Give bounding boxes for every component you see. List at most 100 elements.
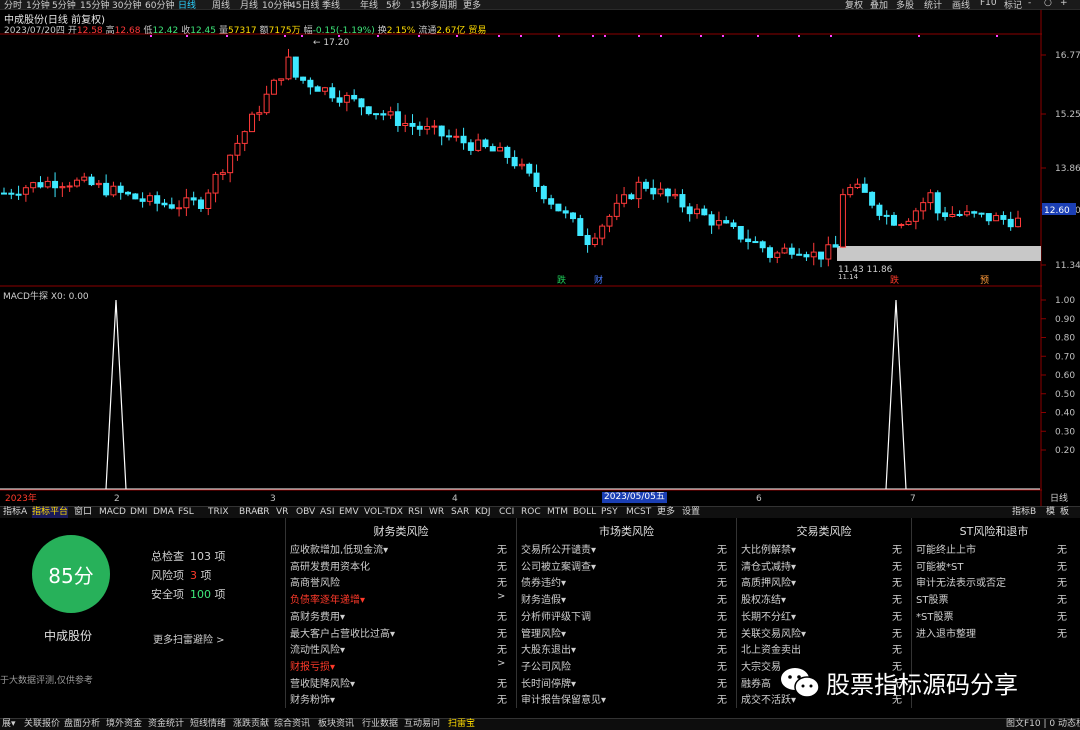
risk-item[interactable]: 北上资金卖出 [741, 641, 801, 656]
bottom-tab-4[interactable]: 资金统计 [148, 719, 184, 730]
bottom-tab-11[interactable]: 扫雷宝 [448, 719, 475, 730]
risk-item[interactable]: ST股票 [916, 591, 948, 606]
indicator-tab-right-1[interactable]: 模 [1046, 507, 1055, 518]
quote-date: 2023/07/20四 [4, 26, 65, 36]
indicator-tab-10[interactable]: VR [276, 507, 288, 518]
indicator-tab-7[interactable]: TRIX [208, 507, 229, 518]
signal-dot [660, 35, 662, 37]
indicator-tab-14[interactable]: VOL-TDX [364, 507, 403, 518]
risk-item[interactable]: 应收款增加,低现金流▾ [290, 541, 388, 556]
risk-item[interactable]: 高质押风险▾ [741, 574, 796, 589]
indicator-tab-12[interactable]: ASI [320, 507, 335, 518]
risk-item-result: 无 [1057, 561, 1067, 573]
candle-body [642, 181, 649, 189]
indicator-tab-right-2[interactable]: 板 [1060, 507, 1069, 518]
bottom-right-status[interactable]: 图文F10 | 0 动态栏>> [1006, 719, 1080, 730]
risk-item[interactable]: 可能被*ST [916, 558, 963, 573]
indicator-tab-9[interactable]: CR [257, 507, 270, 518]
risk-item[interactable]: 长时间停牌▾ [521, 675, 576, 690]
risk-item[interactable]: 财务粉饰▾ [290, 691, 335, 706]
indicator-tab-4[interactable]: DMI [130, 507, 147, 518]
candle-body [942, 212, 949, 217]
bottom-tab-7[interactable]: 综合资讯 [274, 719, 310, 730]
risk-item[interactable]: 大宗交易 [741, 658, 781, 673]
risk-item[interactable]: 财报亏损▾ [290, 658, 335, 673]
indicator-tab-6[interactable]: FSL [178, 507, 194, 518]
risk-item[interactable]: 债券违约▾ [521, 574, 566, 589]
risk-item[interactable]: 大比例解禁▾ [741, 541, 796, 556]
risk-item[interactable]: 管理风险▾ [521, 625, 566, 640]
indicator-tab-5[interactable]: DMA [153, 507, 174, 518]
risk-item[interactable]: 分析师评级下调 [521, 608, 591, 623]
indicator-tab-26[interactable]: 设置 [682, 507, 700, 518]
risk-item[interactable]: 审计无法表示或否定 [916, 574, 1006, 589]
risk-item[interactable]: 审计报告保留意见▾ [521, 691, 606, 706]
indicator-tab-21[interactable]: MTM [547, 507, 568, 518]
time-axis-period: 日线 [1050, 492, 1068, 504]
risk-item-result: > [497, 657, 506, 669]
indicator-tab-25[interactable]: 更多 [657, 507, 675, 518]
time-axis-label: 7 [910, 494, 916, 504]
risk-item[interactable]: 大股东退出▾ [521, 641, 576, 656]
indicator-tab-24[interactable]: MCST [626, 507, 651, 518]
bottom-tab-6[interactable]: 涨跌贡献 [233, 719, 269, 730]
indicator-tab-23[interactable]: PSY [601, 507, 618, 518]
risk-item-result: 无 [1057, 545, 1067, 556]
indicator-tab-1[interactable]: 指标平台 [32, 507, 69, 518]
candle-body [227, 154, 234, 174]
candle-body [584, 234, 591, 246]
risk-item[interactable]: 进入退市整理 [916, 625, 976, 640]
candle-body [103, 182, 110, 196]
risk-item[interactable]: 财务造假▾ [521, 591, 566, 606]
risk-item[interactable]: 营收陡降风险▾ [290, 675, 355, 690]
risk-item[interactable]: 流动性风险▾ [290, 641, 345, 656]
bottom-tab-8[interactable]: 板块资讯 [318, 719, 354, 730]
risk-item[interactable]: 关联交易风险▾ [741, 625, 806, 640]
candle-body [146, 195, 153, 202]
indicator-tab-19[interactable]: CCI [499, 507, 514, 518]
risk-item[interactable]: 交易所公开谴责▾ [521, 541, 596, 556]
indicator-tab-16[interactable]: WR [429, 507, 444, 518]
bottom-tab-1[interactable]: 关联报价 [24, 719, 60, 730]
bottom-tab-0[interactable]: 展▾ [2, 719, 16, 730]
risk-item[interactable]: 高商誉风险 [290, 574, 340, 589]
indicator-tab-0[interactable]: 指标A [3, 507, 27, 518]
indicator-tab-17[interactable]: SAR [451, 507, 469, 518]
risk-item[interactable]: 子公司风险 [521, 658, 571, 673]
bottom-tab-5[interactable]: 短线情绪 [190, 719, 226, 730]
risk-item[interactable]: 公司被立案调查▾ [521, 558, 596, 573]
risk-item[interactable]: 长期不分红▾ [741, 608, 796, 623]
candle-body [445, 135, 452, 138]
risk-item-result: 无 [892, 595, 902, 607]
risk-item[interactable]: 股权冻结▾ [741, 591, 786, 606]
bottom-tab-3[interactable]: 境外资金 [106, 719, 142, 730]
bottom-tab-2[interactable]: 盘面分析 [64, 719, 100, 730]
risk-item[interactable]: 负债率逐年递增▾ [290, 591, 365, 606]
risk-item-result: 无 [892, 545, 902, 556]
indicator-tab-13[interactable]: EMV [339, 507, 359, 518]
indicator-tab-3[interactable]: MACD [99, 507, 126, 518]
indicator-tab-15[interactable]: RSI [408, 507, 423, 518]
indicator-tab-20[interactable]: ROC [521, 507, 541, 518]
event-marker: 跌 [890, 275, 899, 286]
indicator-tab-11[interactable]: OBV [296, 507, 315, 518]
candle-body [22, 187, 29, 195]
risk-item[interactable]: 融券高 [741, 675, 771, 690]
risk-column-title: ST风险和退市 [959, 525, 1029, 538]
risk-item[interactable]: *ST股票 [916, 608, 953, 623]
risk-item[interactable]: 最大客户占营收比过高▾ [290, 625, 395, 640]
indicator-tab-18[interactable]: KDJ [475, 507, 491, 518]
risk-item[interactable]: 高研发费用资本化 [290, 558, 370, 573]
bottom-tab-9[interactable]: 行业数据 [362, 719, 398, 730]
risk-item[interactable]: 清仓式减持▾ [741, 558, 796, 573]
indicator-tab-right-0[interactable]: 指标B [1012, 507, 1036, 518]
more-scan-link[interactable]: 更多扫雷避险 > [153, 631, 225, 646]
indicator-tab-2[interactable]: 窗口 [74, 507, 92, 518]
indicator-tab-22[interactable]: BOLL [573, 507, 596, 518]
risk-item[interactable]: 可能终止上市 [916, 541, 976, 556]
risk-item[interactable]: 高财务费用▾ [290, 608, 345, 623]
signal-dot [996, 35, 998, 37]
bottom-tab-10[interactable]: 互动易问 [404, 719, 440, 730]
risk-item-result: 无 [497, 561, 507, 573]
chart-canvas[interactable]: 16.7715.2513.8612.6011.3412.60← 17.2011.… [0, 0, 1080, 506]
